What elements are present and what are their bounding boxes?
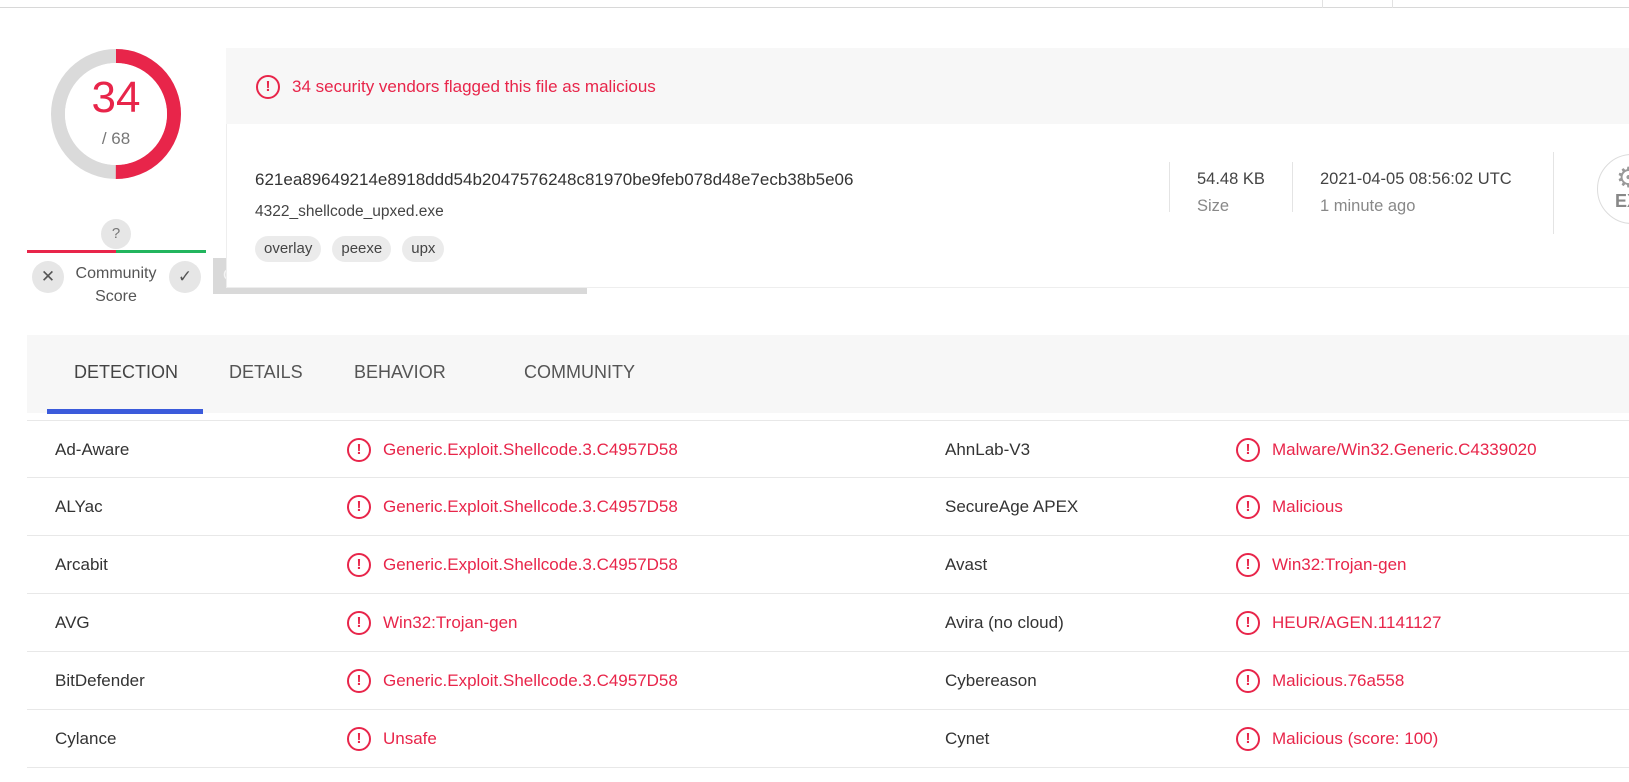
vendor-name: Cylance <box>55 729 117 748</box>
close-icon: ✕ <box>40 267 56 286</box>
detection-result: Win32:Trojan-gen <box>1272 555 1407 574</box>
community-score-bar-negative <box>27 250 116 253</box>
report-tabs: DETECTION DETAILS BEHAVIOR COMMUNITY <box>27 335 1629 414</box>
alert-icon: ! <box>347 495 371 519</box>
community-score-bar-positive <box>116 250 206 253</box>
alert-text: 34 security vendors flagged this file as… <box>292 77 656 96</box>
detection-result: HEUR/AGEN.1141127 <box>1272 613 1442 632</box>
detection-result: Unsafe <box>383 729 437 748</box>
vendor-name: SecureAge APEX <box>945 497 1079 516</box>
vendor-name: Cynet <box>945 729 990 748</box>
table-row: Arcabit ! Generic.Exploit.Shellcode.3.C4… <box>27 536 1629 594</box>
file-type-badge: ⚙ EX <box>1597 154 1629 224</box>
engine-total: / 68 <box>101 129 131 148</box>
alert-icon: ! <box>347 438 371 462</box>
tab-details[interactable]: DETAILS <box>229 335 303 413</box>
detection-result: Malicious.76a558 <box>1272 671 1405 690</box>
detection-result: Win32:Trojan-gen <box>383 613 518 632</box>
tag-overlay[interactable]: overlay <box>255 236 322 262</box>
file-name: 4322_shellcode_upxed.exe <box>255 203 444 220</box>
alert-icon: ! <box>256 75 280 99</box>
alert-icon: ! <box>347 611 371 635</box>
alert-icon: ! <box>1236 727 1260 751</box>
tab-behavior[interactable]: BEHAVIOR <box>354 335 446 413</box>
alert-icon: ! <box>1236 611 1260 635</box>
top-bar-divider <box>1392 0 1393 8</box>
vendor-name: AVG <box>55 613 90 632</box>
vendor-name: Cybereason <box>945 671 1037 690</box>
detection-result: Generic.Exploit.Shellcode.3.C4957D58 <box>383 497 678 516</box>
tag-upx[interactable]: upx <box>402 236 445 262</box>
alert-icon: ! <box>1236 495 1260 519</box>
table-row: Ad-Aware ! Generic.Exploit.Shellcode.3.C… <box>27 420 1629 478</box>
detection-result: Malicious (score: 100) <box>1272 729 1439 748</box>
divider <box>1553 152 1554 234</box>
community-score-unknown-badge: ? <box>101 219 131 249</box>
file-hash[interactable]: 621ea89649214e8918ddd54b2047576248c81970… <box>255 170 853 190</box>
alert-icon: ! <box>347 727 371 751</box>
divider <box>1169 162 1170 212</box>
analysis-date-value: 2021-04-05 08:56:02 UTC <box>1320 170 1512 188</box>
vendor-name: Arcabit <box>55 555 108 574</box>
community-score-bar <box>27 250 206 253</box>
vendor-name: Avira (no cloud) <box>945 613 1064 632</box>
top-bar-divider <box>1322 0 1323 8</box>
detection-result: Generic.Exploit.Shellcode.3.C4957D58 <box>383 440 678 459</box>
detection-score-gauge: 34 / 68 <box>48 46 184 182</box>
detection-table: Ad-Aware ! Generic.Exploit.Shellcode.3.C… <box>27 420 1629 768</box>
vendor-name: AhnLab-V3 <box>945 440 1031 459</box>
tab-community[interactable]: COMMUNITY <box>524 335 635 413</box>
check-icon: ✓ <box>177 267 193 286</box>
tag-peexe[interactable]: peexe <box>332 236 392 262</box>
gear-icon: ⚙ <box>1616 161 1629 194</box>
file-type-label: EX <box>1615 191 1629 211</box>
vendor-name: Ad-Aware <box>55 440 130 459</box>
detection-result: Generic.Exploit.Shellcode.3.C4957D58 <box>383 555 678 574</box>
table-row: ALYac ! Generic.Exploit.Shellcode.3.C495… <box>27 478 1629 536</box>
detection-result: Malware/Win32.Generic.C4339020 <box>1272 440 1537 459</box>
alert-icon: ! <box>1236 669 1260 693</box>
divider <box>1292 162 1293 212</box>
vote-malicious-button[interactable]: ✕ <box>32 261 64 293</box>
file-tags: overlay peexe upx <box>255 236 445 262</box>
active-tab-indicator <box>47 409 203 414</box>
community-score-label: Community Score <box>75 265 157 305</box>
analysis-date-relative: 1 minute ago <box>1320 197 1416 215</box>
table-row: Cylance ! Unsafe Cynet ! Malicious (scor… <box>27 710 1629 768</box>
file-size-value: 54.48 KB <box>1197 170 1265 188</box>
vendor-name: Avast <box>945 555 988 574</box>
malicious-alert-banner: ! 34 security vendors flagged this file … <box>226 48 1629 124</box>
tab-detection[interactable]: DETECTION <box>74 335 178 413</box>
table-row: AVG ! Win32:Trojan-gen Avira (no cloud) … <box>27 594 1629 652</box>
alert-icon: ! <box>1236 438 1260 462</box>
alert-icon: ! <box>347 669 371 693</box>
alert-icon: ! <box>1236 553 1260 577</box>
detection-result: Generic.Exploit.Shellcode.3.C4957D58 <box>383 671 678 690</box>
detection-result: Malicious <box>1272 497 1343 516</box>
table-row: BitDefender ! Generic.Exploit.Shellcode.… <box>27 652 1629 710</box>
file-info-panel: 621ea89649214e8918ddd54b2047576248c81970… <box>226 124 1629 288</box>
vendor-name: ALYac <box>55 497 103 516</box>
alert-icon: ! <box>347 553 371 577</box>
vote-harmless-button[interactable]: ✓ <box>169 261 201 293</box>
detection-count: 34 <box>91 73 141 122</box>
vendor-name: BitDefender <box>55 671 145 690</box>
file-size-label: Size <box>1197 197 1230 215</box>
top-bar <box>0 0 1629 8</box>
